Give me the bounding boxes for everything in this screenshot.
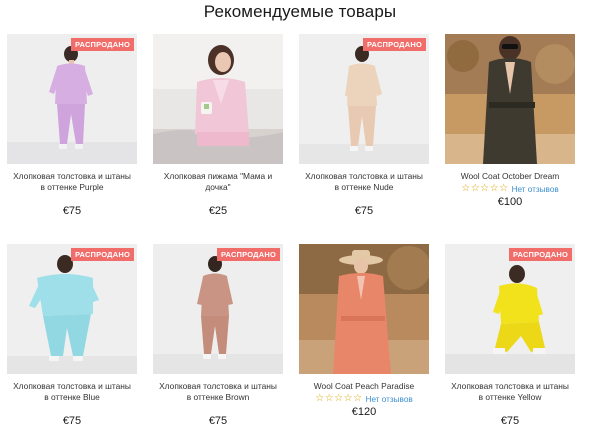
product-card-october-dream[interactable]: Wool Coat October Dream ☆☆☆☆☆ Нет отзыво… — [445, 34, 575, 240]
product-price: €75 — [500, 415, 520, 427]
product-image[interactable]: РАСПРОДАНО — [7, 244, 137, 374]
product-image[interactable]: РАСПРОДАНО — [445, 244, 575, 374]
product-card-peach-paradise[interactable]: Wool Coat Peach Paradise ☆☆☆☆☆ Нет отзыв… — [299, 244, 429, 434]
product-image[interactable]: РАСПРОДАНО — [299, 34, 429, 164]
sold-out-badge: РАСПРОДАНО — [508, 248, 572, 261]
product-name[interactable]: Wool Coat October Dream — [445, 171, 575, 182]
rating-stars-icon: ☆☆☆☆☆ — [461, 183, 509, 194]
product-name[interactable]: Wool Coat Peach Paradise — [299, 381, 429, 392]
sold-out-badge: РАСПРОДАНО — [362, 38, 426, 51]
product-name[interactable]: Хлопковая толстовка и штаны в оттенке Nu… — [299, 171, 429, 193]
product-card-blue[interactable]: РАСПРОДАНО Хлопковая толстовка и штаны в… — [7, 244, 137, 434]
product-name[interactable]: Хлопковая толстовка и штаны в оттенке Pu… — [7, 171, 137, 193]
section-title: Рекомендуемые товары — [203, 2, 397, 21]
reviews-link[interactable]: Нет отзывов — [512, 185, 559, 194]
product-name[interactable]: Хлопковая толстовка и штаны в оттенке Br… — [153, 381, 283, 403]
sold-out-badge: РАСПРОДАНО — [70, 248, 134, 261]
product-name[interactable]: Хлопковая толстовка и штаны в оттенке Bl… — [7, 381, 137, 403]
reviews-link[interactable]: Нет отзывов — [366, 395, 413, 404]
product-rating: ☆☆☆☆☆ Нет отзывов — [299, 393, 429, 405]
product-card-purple[interactable]: РАСПРОДАНО Хлопковая толстовка и штаны в… — [7, 34, 137, 240]
product-rating: ☆☆☆☆☆ Нет отзывов — [445, 183, 575, 195]
product-name[interactable]: Хлопковая пижама "Мама и дочка" — [153, 171, 283, 193]
sold-out-badge: РАСПРОДАНО — [70, 38, 134, 51]
product-image[interactable]: РАСПРОДАНО — [153, 244, 283, 374]
product-card-yellow[interactable]: РАСПРОДАНО Хлопковая толстовка и штаны в… — [445, 244, 575, 434]
product-price: €75 — [62, 415, 82, 427]
sold-out-badge: РАСПРОДАНО — [216, 248, 280, 261]
product-image[interactable] — [445, 34, 575, 164]
product-price: €120 — [351, 406, 377, 418]
product-price: €75 — [62, 205, 82, 217]
product-image[interactable] — [299, 244, 429, 374]
product-price: €75 — [208, 415, 228, 427]
rating-stars-icon: ☆☆☆☆☆ — [315, 393, 363, 404]
product-price: €25 — [208, 205, 228, 217]
product-card-pajamas[interactable]: Хлопковая пижама "Мама и дочка" €25 — [153, 34, 283, 240]
product-image[interactable] — [153, 34, 283, 164]
product-card-nude[interactable]: РАСПРОДАНО Хлопковая толстовка и штаны в… — [299, 34, 429, 240]
product-image[interactable]: РАСПРОДАНО — [7, 34, 137, 164]
product-name[interactable]: Хлопковая толстовка и штаны в оттенке Ye… — [445, 381, 575, 403]
product-price: €75 — [354, 205, 374, 217]
product-card-brown[interactable]: РАСПРОДАНО Хлопковая толстовка и штаны в… — [153, 244, 283, 434]
product-grid: РАСПРОДАНО Хлопковая толстовка и штаны в… — [7, 34, 597, 434]
product-price: €100 — [497, 196, 523, 208]
